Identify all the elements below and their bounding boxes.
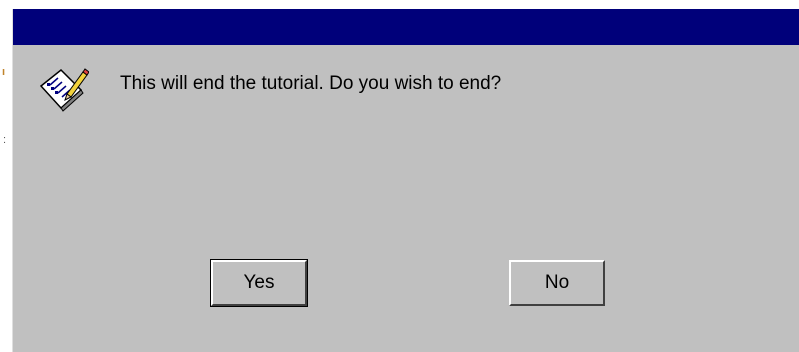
- dialog-message: This will end the tutorial. Do you wish …: [120, 73, 502, 94]
- screen: ı : This will end the tutorial. Do you w…: [0, 0, 799, 352]
- background-window-edge: ı :: [0, 0, 12, 352]
- yes-button[interactable]: Yes: [210, 259, 308, 307]
- notepad-pencil-icon: [37, 64, 90, 114]
- background-edge-glyph: :: [3, 134, 7, 146]
- background-edge-glyph: ı: [2, 66, 6, 78]
- dialog-titlebar[interactable]: [13, 9, 799, 45]
- no-button[interactable]: No: [509, 260, 605, 306]
- confirm-dialog: This will end the tutorial. Do you wish …: [12, 9, 799, 352]
